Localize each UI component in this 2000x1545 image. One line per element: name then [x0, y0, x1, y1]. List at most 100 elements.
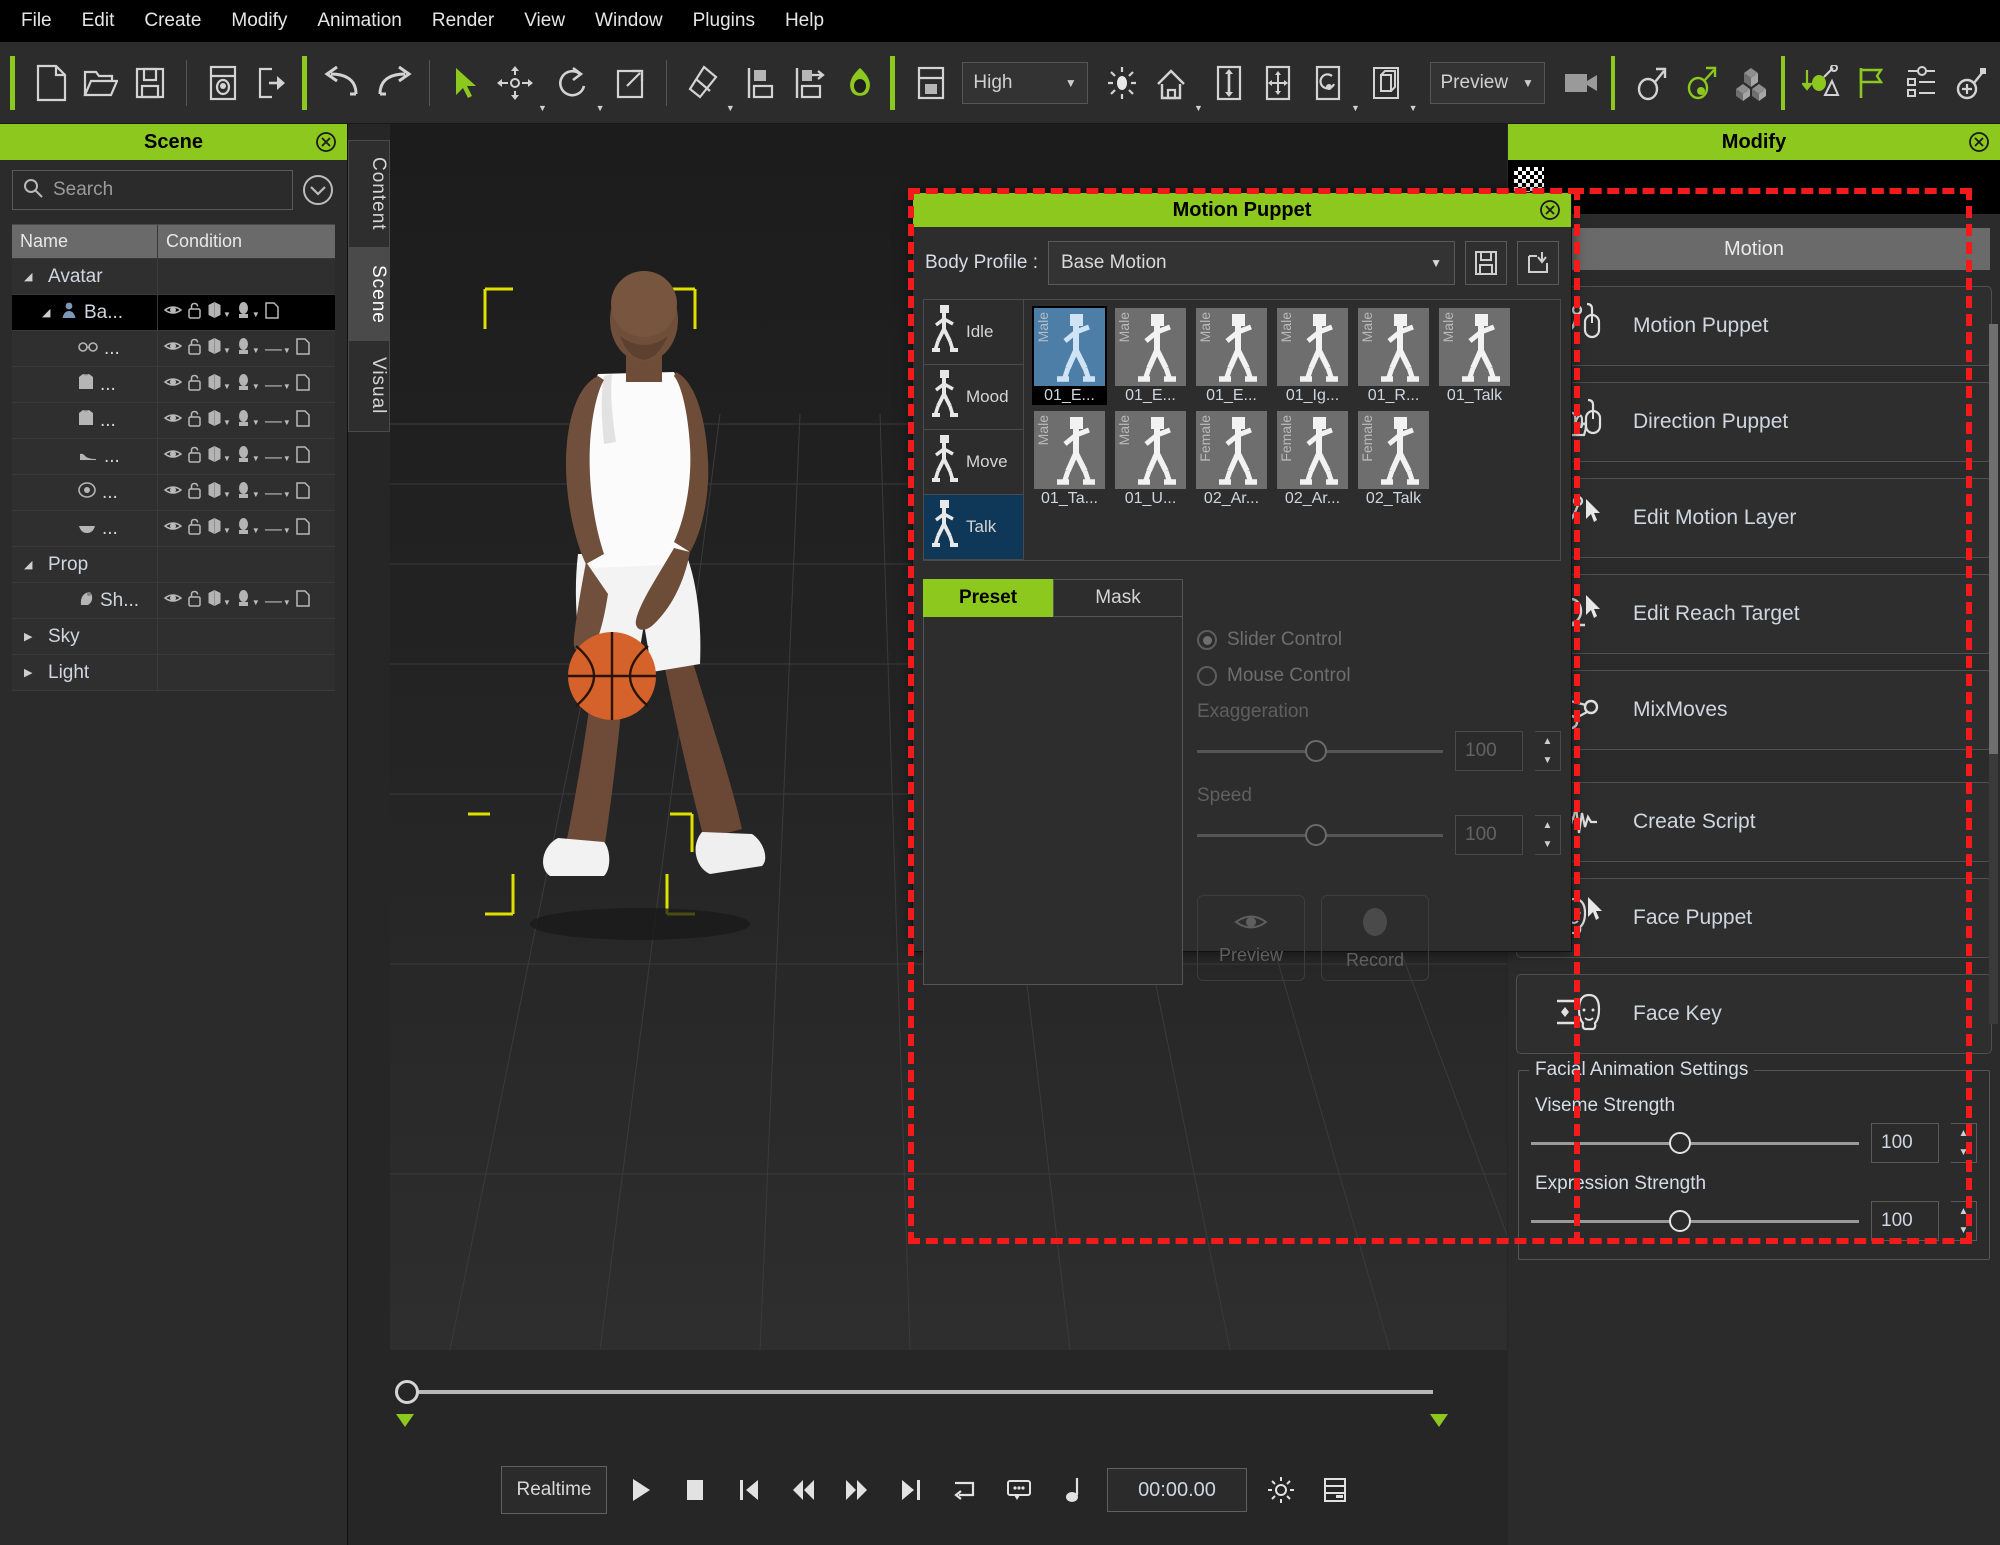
exaggeration-stepper[interactable]: ▲ ▼	[1535, 731, 1561, 771]
save-profile-icon[interactable]	[1465, 241, 1507, 285]
camera-icon[interactable]	[1557, 56, 1605, 110]
speed-slider-knob[interactable]	[1305, 823, 1328, 846]
modify-item-create-script[interactable]: Create Script	[1516, 782, 1992, 862]
material-caret-icon[interactable]: ▼	[252, 598, 260, 607]
align-icon[interactable]	[737, 56, 785, 110]
undo-icon[interactable]	[319, 56, 367, 110]
exaggeration-slider-knob[interactable]	[1305, 739, 1328, 762]
material-caret-icon[interactable]: ▼	[252, 382, 260, 391]
viseme-down-arrow[interactable]: ▼	[1951, 1143, 1976, 1162]
modify-item-edit-reach-target[interactable]: Edit Reach Target	[1516, 574, 1992, 654]
align-export-icon[interactable]	[786, 56, 834, 110]
mesh-caret-icon[interactable]: ▼	[223, 490, 231, 499]
lock-icon[interactable]	[187, 338, 202, 360]
vertical-fit-icon[interactable]	[1205, 56, 1253, 110]
list-settings-icon[interactable]	[1897, 56, 1945, 110]
viseme-value[interactable]: 100	[1871, 1123, 1939, 1163]
page-icon[interactable]	[296, 337, 310, 360]
move-icon[interactable]	[491, 56, 539, 110]
material-icon[interactable]	[236, 481, 251, 504]
jump-end-icon[interactable]	[891, 1468, 931, 1512]
table-row[interactable]: ▶ Sky	[12, 619, 335, 655]
transform-dropdown-caret[interactable]: ▼	[726, 103, 735, 113]
material-caret-icon[interactable]: ▼	[252, 346, 260, 355]
save-icon[interactable]	[126, 56, 174, 110]
orbit-dropdown-caret[interactable]: ▼	[1351, 103, 1360, 113]
record-button[interactable]: Record	[1321, 895, 1429, 981]
page-icon[interactable]	[296, 373, 310, 396]
mesh-caret-icon[interactable]: ▼	[223, 418, 231, 427]
speed-value[interactable]: 100	[1455, 815, 1523, 855]
table-row[interactable]: ... ▼ ▼ — ▼	[12, 403, 335, 439]
next-frame-icon[interactable]	[837, 1468, 877, 1512]
move-dropdown-caret[interactable]: ▼	[538, 103, 547, 113]
realtime-button[interactable]: Realtime	[501, 1466, 607, 1514]
exaggeration-value[interactable]: 100	[1455, 731, 1523, 771]
speed-up-arrow[interactable]: ▲	[1535, 816, 1560, 835]
expand-triangle-icon[interactable]: ▶	[24, 666, 36, 679]
lock-icon[interactable]	[187, 410, 202, 432]
menu-item-animation[interactable]: Animation	[304, 5, 415, 37]
vtab-visual[interactable]: Visual	[348, 340, 390, 432]
timecode-display[interactable]: 00:00.00	[1107, 1468, 1247, 1512]
close-icon-motion-puppet[interactable]	[1539, 199, 1561, 221]
material-icon[interactable]	[236, 301, 251, 324]
timeline-range-start-marker[interactable]	[396, 1414, 414, 1427]
page-icon[interactable]	[296, 409, 310, 432]
mesh-caret-icon[interactable]: ▼	[223, 454, 231, 463]
exaggeration-up-arrow[interactable]: ▲	[1535, 732, 1560, 751]
drop-to-floor-icon[interactable]	[1797, 56, 1845, 110]
mesh-caret-icon[interactable]: ▼	[223, 598, 231, 607]
search-input-wrap[interactable]	[12, 170, 293, 210]
light-icon[interactable]	[1098, 56, 1146, 110]
menu-item-help[interactable]: Help	[772, 5, 837, 37]
box-dropdown-caret[interactable]: ▼	[1409, 103, 1418, 113]
table-row[interactable]: ... ▼ ▼ — ▼	[12, 439, 335, 475]
rotate-dropdown-caret[interactable]: ▼	[596, 103, 605, 113]
gender-male-icon[interactable]	[1627, 56, 1675, 110]
exaggeration-down-arrow[interactable]: ▼	[1535, 751, 1560, 770]
viseme-slider-knob[interactable]	[1668, 1131, 1691, 1154]
material-icon[interactable]	[236, 517, 251, 540]
box-view-icon[interactable]	[1362, 56, 1410, 110]
dash-caret-icon[interactable]: ▼	[283, 526, 291, 535]
page-icon[interactable]	[296, 517, 310, 540]
menu-item-plugins[interactable]: Plugins	[680, 5, 768, 37]
display-panel-icon[interactable]	[907, 56, 955, 110]
table-row[interactable]: ... ▼ ▼ — ▼	[12, 331, 335, 367]
lock-icon[interactable]	[187, 518, 202, 540]
expression-up-arrow[interactable]: ▲	[1951, 1202, 1976, 1221]
preset-list-area[interactable]	[923, 617, 1183, 985]
table-row[interactable]: ▶ Light	[12, 655, 335, 691]
viseme-slider-track[interactable]	[1531, 1131, 1859, 1154]
mesh-icon[interactable]	[207, 517, 222, 540]
motion-thumbnail[interactable]: Male 01_Ta...	[1032, 409, 1107, 508]
audio-note-icon[interactable]	[1053, 1468, 1093, 1512]
menu-item-create[interactable]: Create	[131, 5, 214, 37]
menu-item-edit[interactable]: Edit	[69, 5, 128, 37]
orbit-icon[interactable]	[1304, 56, 1352, 110]
dash-caret-icon[interactable]: ▼	[283, 418, 291, 427]
flag-icon[interactable]	[1847, 56, 1895, 110]
modify-item-face-key[interactable]: Face Key	[1516, 974, 1992, 1054]
speed-slider-track[interactable]	[1197, 823, 1443, 846]
load-profile-icon[interactable]	[1517, 241, 1559, 285]
modify-section-motion[interactable]: Motion	[1518, 228, 1990, 270]
material-caret-icon[interactable]: ▼	[252, 310, 260, 319]
avatar-edit-icon[interactable]	[1677, 56, 1725, 110]
expression-slider-track[interactable]	[1531, 1209, 1859, 1232]
visibility-icon[interactable]	[163, 339, 183, 358]
material-caret-icon[interactable]: ▼	[252, 490, 260, 499]
motion-thumbnail[interactable]: Male 01_U...	[1113, 409, 1188, 508]
material-icon[interactable]	[236, 337, 251, 360]
table-row[interactable]: Sh... ▼ ▼ — ▼	[12, 583, 335, 619]
material-icon[interactable]	[236, 409, 251, 432]
settings-gear-icon[interactable]	[1261, 1468, 1301, 1512]
mesh-caret-icon[interactable]: ▼	[223, 346, 231, 355]
expression-slider-knob[interactable]	[1668, 1209, 1691, 1232]
play-icon[interactable]	[621, 1468, 661, 1512]
timeline-track[interactable]	[403, 1390, 1433, 1394]
mesh-icon[interactable]	[207, 373, 222, 396]
lock-icon[interactable]	[187, 374, 202, 396]
visibility-icon[interactable]	[163, 483, 183, 502]
